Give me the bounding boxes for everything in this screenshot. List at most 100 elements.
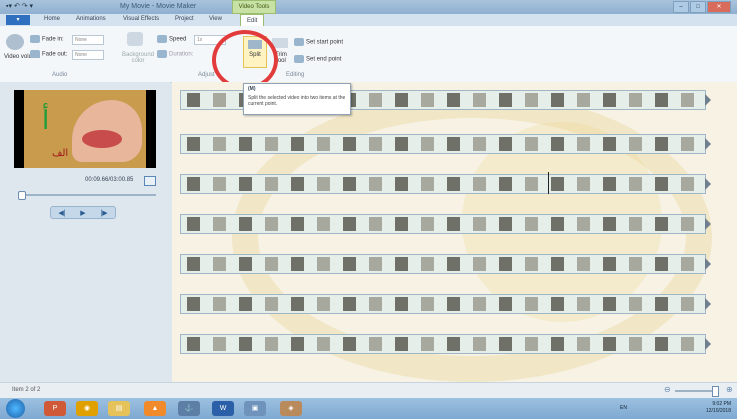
tooltip-title: (M)	[248, 86, 256, 92]
playback-controls: ◀| ▶ |▶	[50, 206, 116, 219]
tab-view[interactable]: View	[209, 16, 222, 22]
seek-bar[interactable]	[18, 194, 156, 196]
play-button[interactable]: ▶	[80, 209, 85, 217]
zoom-slider[interactable]	[675, 390, 715, 392]
taskbar-app-explorer[interactable]: ▤	[108, 401, 130, 416]
clip-frame	[551, 297, 564, 311]
strip-arrow-icon	[705, 298, 711, 310]
audio-group-label: Audio	[52, 72, 68, 78]
file-menu-button[interactable]: ▾	[6, 15, 30, 25]
item-count: Item 2 of 2	[12, 387, 41, 393]
tab-project[interactable]: Project	[175, 16, 194, 22]
set-end-point-button[interactable]: Set end point	[294, 55, 341, 63]
clip-frame	[525, 257, 538, 271]
clip-frame	[239, 217, 252, 231]
clip-frame	[213, 337, 226, 351]
clip-frame	[395, 93, 408, 107]
next-frame-button[interactable]: |▶	[100, 209, 107, 217]
system-clock[interactable]: 9:02 PM 12/10/2018	[706, 401, 731, 415]
clip-frame	[369, 297, 382, 311]
clip-frame	[499, 337, 512, 351]
tab-animations[interactable]: Animations	[76, 16, 106, 22]
clip-frame	[447, 297, 460, 311]
background-color-button[interactable]: Background color	[116, 52, 160, 64]
clip-frame	[629, 337, 642, 351]
clip-frame	[213, 297, 226, 311]
clip-frame	[395, 257, 408, 271]
clip-frame	[395, 217, 408, 231]
taskbar: P ◉ ▤ ▲ ⚓ W ▣ ◈ EN 9:02 PM 12/10/2018	[0, 398, 737, 419]
clip-frame	[551, 217, 564, 231]
clip-frame	[369, 257, 382, 271]
set-start-point-button[interactable]: Set start point	[294, 38, 343, 46]
clip-frame	[343, 137, 356, 151]
previous-frame-button[interactable]: ◀|	[58, 209, 65, 217]
clip-frame	[629, 137, 642, 151]
set-start-icon	[294, 38, 304, 46]
clip-frame	[577, 177, 590, 191]
window-title: My Movie - Movie Maker	[120, 3, 197, 10]
zoom-handle[interactable]	[712, 386, 719, 397]
clip-frame	[213, 177, 226, 191]
clip-frame	[681, 297, 694, 311]
clip-frame	[343, 217, 356, 231]
zoom-out-icon[interactable]: ⊖	[664, 385, 671, 394]
clip-frame	[395, 337, 408, 351]
clip-frame	[681, 337, 694, 351]
clip-frame	[291, 257, 304, 271]
clip-frame	[317, 217, 330, 231]
clip-frame	[681, 177, 694, 191]
video-clip-strip[interactable]	[180, 294, 711, 314]
clip-frame	[265, 137, 278, 151]
clip-frame	[551, 177, 564, 191]
video-tools-contextual-tab: Video Tools	[232, 0, 276, 14]
fade-out-select[interactable]: None	[72, 50, 104, 60]
clip-frame	[187, 93, 200, 107]
fullscreen-button[interactable]	[144, 176, 156, 186]
clip-frame	[187, 137, 200, 151]
minimize-button[interactable]: –	[673, 1, 689, 13]
quick-access-toolbar[interactable]: ▪▾ ↶ ↷ ▾	[6, 2, 33, 10]
speed-label: Speed	[157, 35, 186, 43]
taskbar-app-window[interactable]: ▣	[244, 401, 266, 416]
taskbar-app-word[interactable]: W	[212, 401, 234, 416]
taskbar-app-movie-maker[interactable]: ⚓	[178, 401, 200, 416]
taskbar-app-powerpoint[interactable]: P	[44, 401, 66, 416]
close-button[interactable]: ✕	[707, 1, 731, 13]
video-clip-strip[interactable]	[180, 254, 711, 274]
video-clip-strip[interactable]	[180, 174, 711, 194]
clip-frame	[265, 177, 278, 191]
clip-frame	[447, 177, 460, 191]
video-clip-strip[interactable]	[180, 334, 711, 354]
video-clip-strip[interactable]	[180, 214, 711, 234]
playhead[interactable]	[548, 172, 549, 194]
tray-language[interactable]: EN	[620, 405, 627, 411]
video-clip-strip[interactable]	[180, 134, 711, 154]
clip-frame	[551, 257, 564, 271]
clip-frame	[447, 337, 460, 351]
taskbar-app-vlc[interactable]: ▲	[144, 401, 166, 416]
clip-frame	[395, 137, 408, 151]
clip-frame	[187, 337, 200, 351]
tab-home[interactable]: Home	[44, 16, 60, 22]
clip-frame	[239, 337, 252, 351]
taskbar-app-chrome[interactable]: ◉	[76, 401, 98, 416]
taskbar-app-other[interactable]: ◈	[280, 401, 302, 416]
clip-frame	[499, 177, 512, 191]
maximize-button[interactable]: □	[690, 1, 706, 13]
preview-letter: أ	[42, 106, 50, 136]
fade-in-select[interactable]: None	[72, 35, 104, 45]
clip-frame	[369, 93, 382, 107]
clip-frame	[291, 137, 304, 151]
seek-handle[interactable]	[18, 191, 26, 200]
zoom-in-icon[interactable]: ⊕	[726, 385, 733, 394]
clip-frame	[213, 137, 226, 151]
clip-frame	[577, 297, 590, 311]
start-button[interactable]	[6, 399, 25, 418]
preview-word: الف	[52, 148, 69, 159]
strip-arrow-icon	[705, 258, 711, 270]
tab-visual-effects[interactable]: Visual Effects	[123, 16, 159, 22]
clip-frame	[421, 257, 434, 271]
set-end-icon	[294, 55, 304, 63]
clip-frame	[603, 257, 616, 271]
